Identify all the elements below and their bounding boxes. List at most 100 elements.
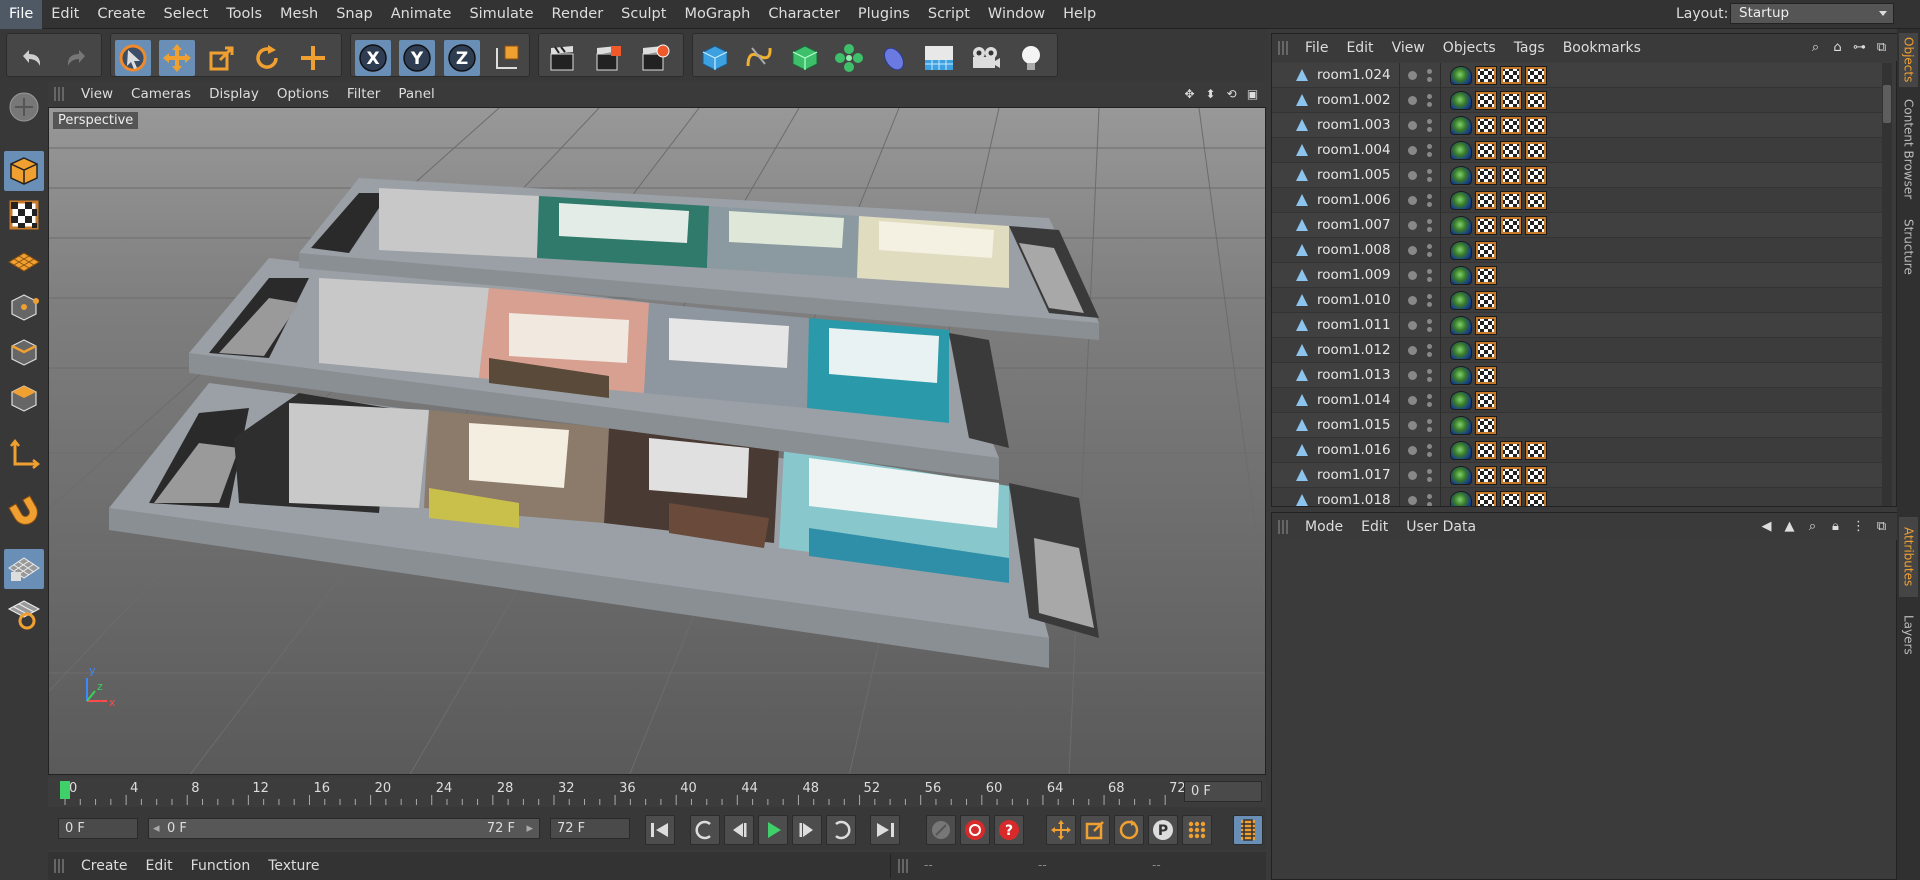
material-tag-icon[interactable] — [1525, 466, 1547, 485]
tab-attributes[interactable]: Attributes — [1899, 517, 1918, 597]
object-row[interactable]: room1.007 — [1272, 213, 1882, 238]
key-point-level-button[interactable] — [1182, 815, 1212, 845]
material-tag-icon[interactable] — [1525, 216, 1547, 235]
object-row[interactable]: room1.002 — [1272, 88, 1882, 113]
lock-icon[interactable]: 🔒︎ — [1827, 518, 1844, 535]
phong-tag-icon[interactable] — [1450, 366, 1472, 385]
objects-menu-objects[interactable]: Objects — [1434, 40, 1505, 56]
play-forward-button[interactable] — [758, 815, 788, 845]
object-row[interactable]: room1.008 — [1272, 238, 1882, 263]
material-tag-icon[interactable] — [1475, 391, 1497, 410]
material-tag-icon[interactable] — [1475, 116, 1497, 135]
objects-menu-file[interactable]: File — [1296, 40, 1337, 56]
viewport-menu-view[interactable]: View — [72, 86, 122, 102]
layer-dot-icon[interactable] — [1408, 446, 1417, 455]
texture-mode-button[interactable] — [4, 195, 44, 235]
key-position-button[interactable] — [1046, 815, 1076, 845]
phong-tag-icon[interactable] — [1450, 441, 1472, 460]
material-tag-icon[interactable] — [1475, 466, 1497, 485]
object-row[interactable]: room1.012 — [1272, 338, 1882, 363]
object-row[interactable]: room1.015 — [1272, 413, 1882, 438]
menu-script[interactable]: Script — [919, 0, 979, 29]
object-row[interactable]: room1.009 — [1272, 263, 1882, 288]
layer-dot-icon[interactable] — [1408, 71, 1417, 80]
pen-spline-button[interactable] — [741, 40, 777, 76]
material-tag-icon[interactable] — [1500, 491, 1522, 506]
object-name[interactable]: room1.008 — [1317, 242, 1391, 258]
material-tag-icon[interactable] — [1500, 466, 1522, 485]
objects-menu-edit[interactable]: Edit — [1337, 40, 1382, 56]
phong-tag-icon[interactable] — [1450, 416, 1472, 435]
layer-dot-icon[interactable] — [1408, 96, 1417, 105]
layer-dot-icon[interactable] — [1408, 496, 1417, 505]
menu-animate[interactable]: Animate — [382, 0, 461, 29]
phong-tag-icon[interactable] — [1450, 466, 1472, 485]
render-visibility-dot-icon[interactable] — [1427, 352, 1432, 357]
object-name[interactable]: room1.010 — [1317, 292, 1391, 308]
object-row[interactable]: room1.011 — [1272, 313, 1882, 338]
object-row[interactable]: room1.017 — [1272, 463, 1882, 488]
render-visibility-dot-icon[interactable] — [1427, 227, 1432, 232]
object-name[interactable]: room1.024 — [1317, 67, 1391, 83]
editor-visibility-dot-icon[interactable] — [1427, 144, 1432, 149]
editor-visibility-dot-icon[interactable] — [1427, 294, 1432, 299]
object-name[interactable]: room1.015 — [1317, 417, 1391, 433]
material-tag-icon[interactable] — [1475, 266, 1497, 285]
render-visibility-dot-icon[interactable] — [1427, 177, 1432, 182]
menu-tools[interactable]: Tools — [217, 0, 271, 29]
object-name[interactable]: room1.005 — [1317, 167, 1391, 183]
render-view-button[interactable] — [545, 40, 581, 76]
new-panel-icon[interactable]: ⧉ — [1873, 39, 1890, 56]
search-icon[interactable]: ⌕ — [1804, 518, 1821, 535]
object-row[interactable]: room1.016 — [1272, 438, 1882, 463]
menu-mograph[interactable]: MoGraph — [675, 0, 759, 29]
render-visibility-dot-icon[interactable] — [1427, 152, 1432, 157]
object-name[interactable]: room1.013 — [1317, 367, 1391, 383]
editor-visibility-dot-icon[interactable] — [1427, 69, 1432, 74]
editor-visibility-dot-icon[interactable] — [1427, 269, 1432, 274]
attributes-menu-mode[interactable]: Mode — [1296, 519, 1352, 535]
search-icon[interactable]: ⌕ — [1807, 39, 1824, 56]
objects-menu-tags[interactable]: Tags — [1505, 40, 1554, 56]
tab-content-browser[interactable]: Content Browser — [1899, 95, 1918, 203]
material-tag-icon[interactable] — [1500, 191, 1522, 210]
next-frame-button[interactable] — [792, 815, 822, 845]
menu-file[interactable]: File — [0, 0, 43, 29]
lock-workplane-button[interactable] — [4, 594, 44, 634]
end-frame-field[interactable]: 72 F — [550, 818, 630, 839]
phong-tag-icon[interactable] — [1450, 191, 1472, 210]
object-name[interactable]: room1.003 — [1317, 117, 1391, 133]
layer-dot-icon[interactable] — [1408, 171, 1417, 180]
editor-visibility-dot-icon[interactable] — [1427, 169, 1432, 174]
render-visibility-dot-icon[interactable] — [1427, 402, 1432, 407]
render-visibility-dot-icon[interactable] — [1427, 452, 1432, 457]
material-tag-icon[interactable] — [1475, 191, 1497, 210]
object-row[interactable]: room1.013 — [1272, 363, 1882, 388]
scrollbar-thumb[interactable] — [1883, 85, 1891, 123]
menu-simulate[interactable]: Simulate — [460, 0, 542, 29]
make-editable-button[interactable] — [4, 87, 44, 127]
viewport-menu-cameras[interactable]: Cameras — [122, 86, 200, 102]
polygons-mode-button[interactable] — [4, 378, 44, 418]
render-visibility-dot-icon[interactable] — [1427, 202, 1432, 207]
phong-tag-icon[interactable] — [1450, 66, 1472, 85]
editor-visibility-dot-icon[interactable] — [1427, 219, 1432, 224]
tab-layers[interactable]: Layers — [1899, 605, 1918, 665]
object-name[interactable]: room1.002 — [1317, 92, 1391, 108]
perspective-viewport[interactable]: y z x Perspective — [48, 107, 1266, 775]
phong-tag-icon[interactable] — [1450, 91, 1472, 110]
menu-edit[interactable]: Edit — [42, 0, 88, 29]
viewport-menu-display[interactable]: Display — [200, 86, 268, 102]
material-tag-icon[interactable] — [1525, 166, 1547, 185]
material-tag-icon[interactable] — [1475, 291, 1497, 310]
phong-tag-icon[interactable] — [1450, 116, 1472, 135]
material-tag-icon[interactable] — [1500, 66, 1522, 85]
home-icon[interactable]: ⌂ — [1829, 39, 1846, 56]
deformer-button[interactable] — [876, 40, 912, 76]
model-mode-button[interactable] — [4, 151, 44, 191]
settings-icon[interactable]: ⋮ — [1850, 518, 1867, 535]
layer-dot-icon[interactable] — [1408, 421, 1417, 430]
go-to-start-button[interactable] — [645, 815, 675, 845]
render-visibility-dot-icon[interactable] — [1427, 477, 1432, 482]
move-button[interactable] — [159, 40, 195, 76]
